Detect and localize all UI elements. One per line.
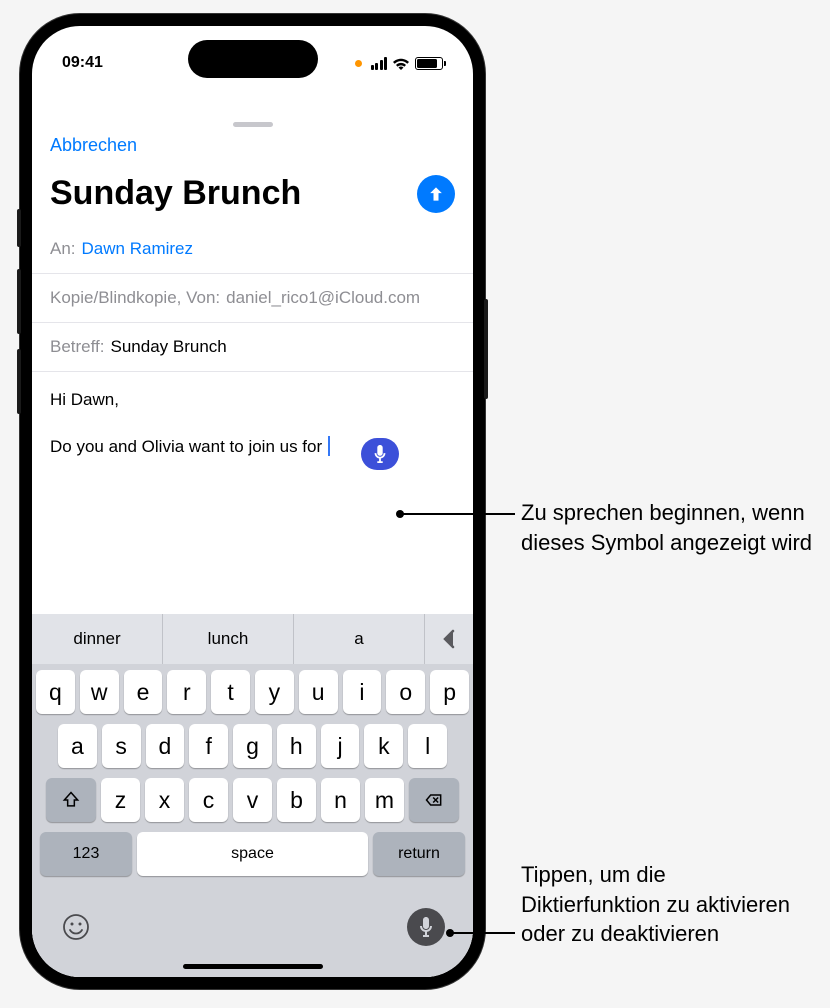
home-indicator[interactable] [183,964,323,969]
key-v[interactable]: v [233,778,272,822]
key-r[interactable]: r [167,670,206,714]
key-j[interactable]: j [321,724,360,768]
key-w[interactable]: w [80,670,119,714]
side-button [484,299,488,399]
chevron-left-icon [442,629,456,649]
key-row-1: q w e r t y u i o p [36,670,469,714]
key-s[interactable]: s [102,724,141,768]
to-field[interactable]: An: Dawn Ramirez [32,225,473,274]
key-n[interactable]: n [321,778,360,822]
key-c[interactable]: c [189,778,228,822]
key-o[interactable]: o [386,670,425,714]
key-b[interactable]: b [277,778,316,822]
keyboard: dinner lunch a q w e r t y u [32,614,473,977]
compose-sheet: Abbrechen Sunday Brunch An: Dawn Ramirez… [32,114,473,977]
subject-value: Sunday Brunch [111,337,227,357]
subject-label: Betreff: [50,337,105,357]
key-m[interactable]: m [365,778,404,822]
shift-icon [61,790,81,810]
suggestion-3[interactable]: a [294,614,425,664]
key-l[interactable]: l [408,724,447,768]
volume-up [17,269,21,334]
dictate-button[interactable] [407,908,445,946]
body-line: Do you and Olivia want to join us for [50,437,322,456]
to-recipient[interactable]: Dawn Ramirez [82,239,193,259]
status-time: 09:41 [62,54,103,72]
key-d[interactable]: d [146,724,185,768]
space-key[interactable]: space [137,832,368,876]
key-row-2: a s d f g h j k l [36,724,469,768]
key-p[interactable]: p [430,670,469,714]
backspace-key[interactable] [409,778,459,822]
body-greeting: Hi Dawn, [50,388,455,413]
key-row-4: 123 space return [36,832,469,876]
send-button[interactable] [417,175,455,213]
key-h[interactable]: h [277,724,316,768]
sheet-grabber[interactable] [233,122,273,127]
collapse-suggestions-button[interactable] [425,614,473,664]
mic-in-use-dot [355,60,362,67]
callout-2: Tippen, um die Diktierfunktion zu aktivi… [521,860,801,949]
microphone-icon [418,917,434,937]
callout-1: Zu sprechen beginnen, wenn dieses Symbol… [521,498,821,557]
dictation-indicator[interactable] [361,438,399,470]
text-cursor [328,436,330,456]
wifi-icon [392,57,410,70]
key-e[interactable]: e [124,670,163,714]
key-a[interactable]: a [58,724,97,768]
backspace-icon [424,790,444,810]
shift-key[interactable] [46,778,96,822]
key-x[interactable]: x [145,778,184,822]
key-y[interactable]: y [255,670,294,714]
key-u[interactable]: u [299,670,338,714]
cellular-icon [371,57,388,70]
key-q[interactable]: q [36,670,75,714]
key-z[interactable]: z [101,778,140,822]
microphone-icon [373,445,387,463]
emoji-icon [62,913,90,941]
phone-frame: 09:41 Abbrechen Sunday Brunch [20,14,485,989]
key-f[interactable]: f [189,724,228,768]
dynamic-island [188,40,318,78]
subject-field[interactable]: Betreff: Sunday Brunch [32,323,473,372]
numeric-key[interactable]: 123 [40,832,132,876]
cc-field[interactable]: Kopie/Blindkopie, Von: daniel_rico1@iClo… [32,274,473,323]
email-body[interactable]: Hi Dawn, Do you and Olivia want to join … [32,372,473,497]
compose-title: Sunday Brunch [50,174,301,213]
mute-switch [17,209,21,247]
key-g[interactable]: g [233,724,272,768]
cc-label: Kopie/Blindkopie, Von: [50,288,220,308]
cancel-button[interactable]: Abbrechen [50,135,137,156]
suggestion-1[interactable]: dinner [32,614,163,664]
return-key[interactable]: return [373,832,465,876]
emoji-button[interactable] [60,911,92,943]
arrow-up-icon [426,184,446,204]
battery-icon [415,57,443,70]
callout-line-2 [450,932,515,934]
key-row-3: z x c v b n m [36,778,469,822]
to-label: An: [50,239,76,259]
suggestion-bar: dinner lunch a [32,614,473,664]
callout-line-1 [400,513,515,515]
volume-down [17,349,21,414]
key-t[interactable]: t [211,670,250,714]
cc-value: daniel_rico1@iCloud.com [226,288,420,308]
key-k[interactable]: k [364,724,403,768]
key-i[interactable]: i [343,670,382,714]
suggestion-2[interactable]: lunch [163,614,294,664]
screen: 09:41 Abbrechen Sunday Brunch [32,26,473,977]
